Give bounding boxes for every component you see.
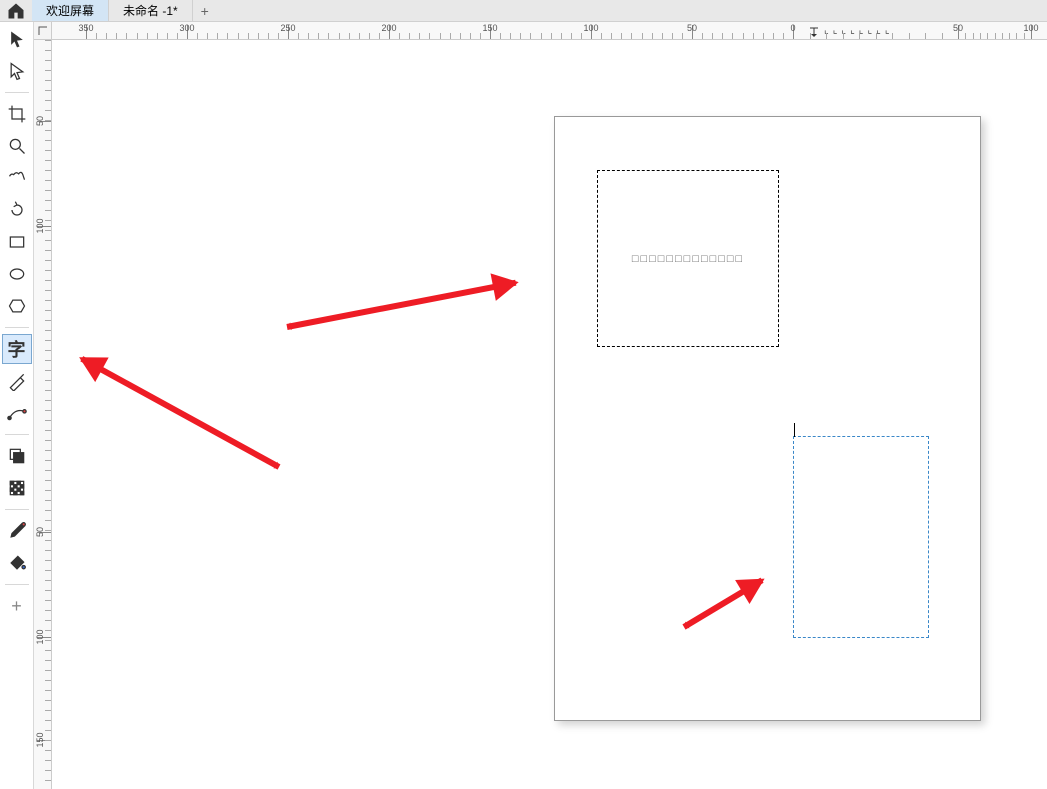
selection-tool[interactable] bbox=[2, 24, 32, 54]
revert-tool[interactable] bbox=[2, 195, 32, 225]
layers-icon bbox=[7, 446, 27, 466]
revert-icon bbox=[7, 200, 27, 220]
text-icon: 字 bbox=[8, 336, 26, 362]
checker-icon bbox=[7, 478, 27, 498]
hand-wave-icon bbox=[7, 168, 27, 188]
ellipse-icon bbox=[7, 264, 27, 284]
active-text-frame[interactable] bbox=[793, 436, 929, 638]
magnifier-icon bbox=[7, 136, 27, 156]
eyedropper-tool[interactable] bbox=[2, 516, 32, 546]
ruler-corner-icon bbox=[38, 26, 48, 36]
pen-tool[interactable] bbox=[2, 366, 32, 396]
transparency-tool[interactable] bbox=[2, 473, 32, 503]
zoom-tool[interactable] bbox=[2, 131, 32, 161]
toolbox: 字 + bbox=[0, 22, 34, 789]
tab-label: 欢迎屏幕 bbox=[46, 2, 94, 19]
tab-bar: 欢迎屏幕 未命名 -1* + bbox=[0, 0, 1047, 22]
main-area: 字 + bbox=[0, 22, 1047, 789]
pointer-icon bbox=[7, 29, 27, 49]
home-button[interactable] bbox=[0, 0, 32, 21]
rect-icon bbox=[7, 232, 27, 252]
pen-icon bbox=[7, 371, 27, 391]
text-frame[interactable]: □□□□□□□□□□□□□ bbox=[597, 170, 779, 347]
tab-label: 未命名 -1* bbox=[123, 2, 178, 19]
canvas[interactable]: □□□□□□□□□□□□□ bbox=[52, 40, 1047, 789]
bucket-icon bbox=[7, 553, 27, 573]
pan-tool[interactable] bbox=[2, 163, 32, 193]
shape-selection-tool[interactable] bbox=[2, 56, 32, 86]
text-tool[interactable]: 字 bbox=[2, 334, 32, 364]
crop-tool[interactable] bbox=[2, 99, 32, 129]
fill-tool[interactable] bbox=[2, 548, 32, 578]
tab-stops: ⌞⌞⌞⌞ ⌞⌞⌞⌞ bbox=[824, 25, 890, 36]
smooth-icon bbox=[7, 403, 27, 423]
horizontal-ruler[interactable]: ⌞⌞⌞⌞ ⌞⌞⌞⌞ 35030025020015010050050100 bbox=[52, 22, 1047, 40]
hexagon-icon bbox=[7, 296, 27, 316]
rectangle-tool[interactable] bbox=[2, 227, 32, 257]
text-placeholder: □□□□□□□□□□□□□ bbox=[632, 253, 744, 265]
workspace: ⌞⌞⌞⌞ ⌞⌞⌞⌞ 35030025020015010050050100 501… bbox=[34, 22, 1047, 789]
smooth-tool[interactable] bbox=[2, 398, 32, 428]
text-cursor bbox=[794, 423, 795, 437]
home-icon bbox=[6, 1, 26, 21]
annotation-arrow bbox=[80, 356, 280, 470]
tab-welcome[interactable]: 欢迎屏幕 bbox=[32, 0, 109, 21]
toolbox-divider bbox=[5, 327, 29, 328]
crop-icon bbox=[7, 104, 27, 124]
vertical-ruler[interactable]: 5010050100150 bbox=[34, 40, 52, 789]
add-tool-button[interactable]: + bbox=[2, 591, 32, 621]
ruler-corner[interactable] bbox=[34, 22, 52, 40]
plus-icon: + bbox=[201, 3, 209, 19]
pointer-outline-icon bbox=[7, 61, 27, 81]
toolbox-divider bbox=[5, 434, 29, 435]
dropper-icon bbox=[7, 521, 27, 541]
polygon-tool[interactable] bbox=[2, 291, 32, 321]
plus-icon: + bbox=[11, 596, 22, 617]
toolbox-divider bbox=[5, 92, 29, 93]
toolbox-divider bbox=[5, 584, 29, 585]
annotation-arrow bbox=[286, 280, 515, 330]
toolbox-divider bbox=[5, 509, 29, 510]
ellipse-tool[interactable] bbox=[2, 259, 32, 289]
new-tab-button[interactable]: + bbox=[193, 0, 217, 21]
layers-tool[interactable] bbox=[2, 441, 32, 471]
tab-document-1[interactable]: 未命名 -1* bbox=[109, 0, 193, 21]
